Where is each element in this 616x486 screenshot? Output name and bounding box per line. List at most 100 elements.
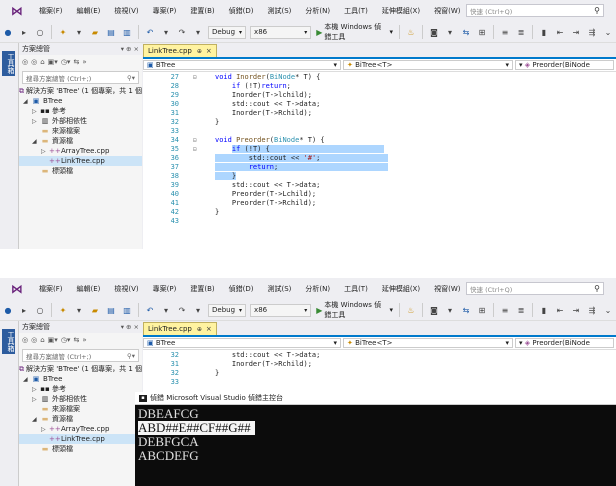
sync-icon[interactable]: ⇆ (73, 58, 79, 66)
save-all-icon[interactable]: ▥ (120, 24, 134, 40)
tree-item[interactable]: ++ LinkTree.cpp (19, 156, 142, 166)
menu-item[interactable]: 檔案(F) (32, 6, 70, 16)
back-icon[interactable]: ● (1, 24, 15, 40)
overflow-icon[interactable]: » (82, 336, 86, 344)
expander-icon[interactable]: ◢ (23, 376, 31, 383)
forward-icon[interactable]: ◎ (31, 336, 37, 344)
start-debugging-button[interactable]: ▶ 本機 Windows 偵錯工具 ▾ (316, 22, 393, 42)
redo-dropdown-icon[interactable]: ▾ (191, 24, 205, 40)
start-debugging-button[interactable]: ▶ 本機 Windows 偵錯工具 ▾ (316, 300, 393, 320)
menu-item[interactable]: 偵錯(D) (222, 6, 261, 16)
tree-item[interactable]: ▷ ++ ArrayTree.cpp (19, 424, 142, 434)
screenshot-icon[interactable]: ◙ (427, 24, 441, 40)
toolbox-tab[interactable]: 工具箱 (2, 329, 15, 354)
undo-icon[interactable]: ↶ (143, 302, 157, 318)
indent-icon[interactable]: ⊞ (475, 302, 489, 318)
expander-icon[interactable]: ▷ (32, 118, 40, 125)
member-select[interactable]: ▾ ◈ Preorder(BiNode (515, 338, 614, 348)
pending-changes-icon[interactable]: ◷▾ (61, 336, 71, 344)
menu-item[interactable]: 建置(B) (183, 6, 221, 16)
menu-item[interactable]: 測試(S) (260, 284, 298, 294)
forward-icon[interactable]: ◎ (31, 58, 37, 66)
solution-search-input[interactable]: 搜尋方案總管 (Ctrl+;) ⚲▾ (22, 71, 139, 84)
platform-select[interactable]: x86 ▾ (250, 303, 312, 317)
tree-item[interactable]: ◢ ▣ BTree (19, 374, 142, 384)
switch-views-icon[interactable]: ▣▾ (48, 336, 58, 344)
tree-item[interactable]: ▷ ▪▪ 參考 (19, 384, 142, 394)
tree-item[interactable]: ▷ ++ ArrayTree.cpp (19, 146, 142, 156)
redo-dropdown-icon[interactable]: ▾ (191, 302, 205, 318)
back-icon[interactable]: ● (1, 302, 15, 318)
next-bookmark-icon[interactable]: ⇥ (569, 302, 583, 318)
menu-item[interactable]: 檔案(F) (32, 284, 70, 294)
expander-icon[interactable]: ▷ (32, 396, 40, 403)
pin-icon[interactable]: ⊕ (197, 48, 202, 55)
tree-item[interactable]: ▷ ▪▪ 參考 (19, 106, 142, 116)
menu-item[interactable]: 視窗(W) (427, 6, 467, 16)
clear-bookmarks-icon[interactable]: ⇶ (585, 302, 599, 318)
prev-bookmark-icon[interactable]: ⇤ (553, 302, 567, 318)
sync-icon[interactable]: ⇆ (73, 336, 79, 344)
tree-item[interactable]: ▬ 標頭檔 (19, 166, 142, 176)
menu-item[interactable]: 檢視(V) (107, 284, 145, 294)
toolbar-overflow-icon[interactable]: ⌄ (601, 302, 615, 318)
panel-controls[interactable]: ▾ ⊕ × (121, 45, 139, 53)
new-project-icon[interactable]: ✦ (56, 302, 70, 318)
member-select[interactable]: ▾ ◈ Preorder(BiNode (515, 60, 614, 70)
home-icon[interactable]: ⌂ (40, 336, 44, 344)
tree-item[interactable]: ◢ ▣ BTree (19, 96, 142, 106)
menu-item[interactable]: 編輯(E) (70, 6, 108, 16)
forward-icon[interactable]: ▸ (17, 24, 31, 40)
menu-item[interactable]: 延伸模組(X) (375, 284, 427, 294)
save-icon[interactable]: ▤ (104, 302, 118, 318)
save-all-icon[interactable]: ▥ (120, 302, 134, 318)
pin-icon[interactable]: ⊕ (197, 326, 202, 333)
menu-item[interactable]: 編輯(E) (70, 284, 108, 294)
undo-icon[interactable]: ↶ (143, 24, 157, 40)
close-icon[interactable]: × (206, 47, 212, 55)
menu-item[interactable]: 延伸模組(X) (375, 6, 427, 16)
expander-icon[interactable]: ◢ (32, 416, 40, 423)
solution-search-input[interactable]: 搜尋方案總管 (Ctrl+;) ⚲▾ (22, 349, 139, 362)
fold-icon[interactable]: ⊟ (193, 136, 197, 145)
expander-icon[interactable]: ▷ (41, 148, 49, 155)
pending-changes-icon[interactable]: ◷▾ (61, 58, 71, 66)
expander-icon[interactable]: ◢ (23, 98, 31, 105)
forward-dropdown-icon[interactable]: ○ (33, 302, 47, 318)
home-icon[interactable]: ⌂ (40, 58, 44, 66)
tab-linktree-cpp[interactable]: LinkTree.cpp ⊕ × (143, 44, 217, 57)
open-file-icon[interactable]: ▰ (88, 24, 102, 40)
comment-icon[interactable]: ≡ (498, 24, 512, 40)
tree-item[interactable]: ▬ 標頭檔 (19, 444, 142, 454)
menu-item[interactable]: 建置(B) (183, 284, 221, 294)
undo-dropdown-icon[interactable]: ▾ (159, 302, 173, 318)
expander-icon[interactable]: ▷ (32, 108, 40, 115)
search-icon[interactable]: ⚲ (594, 6, 600, 15)
search-icon[interactable]: ⚲ (594, 284, 600, 293)
menu-item[interactable]: 分析(N) (298, 284, 337, 294)
visual-studio-logo-icon[interactable]: ⋈ (8, 280, 26, 298)
tree-item[interactable]: ◢ ▬ 資源檔 (19, 136, 142, 146)
screenshot-dropdown-icon[interactable]: ▾ (443, 302, 457, 318)
tree-item[interactable]: ⧉ 解決方案 'BTree' (1 個專案，共 1 個) (19, 86, 142, 96)
forward-icon[interactable]: ▸ (17, 302, 31, 318)
toolbar-overflow-icon[interactable]: ⌄ (601, 24, 615, 40)
new-project-icon[interactable]: ✦ (56, 24, 70, 40)
solution-config-select[interactable]: Debug ▾ (208, 25, 247, 39)
save-icon[interactable]: ▤ (104, 24, 118, 40)
new-project-dropdown-icon[interactable]: ▾ (72, 24, 86, 40)
redo-icon[interactable]: ↷ (175, 24, 189, 40)
tree-item[interactable]: ⧉ 解決方案 'BTree' (1 個專案，共 1 個) (19, 364, 142, 374)
class-select[interactable]: ✦ BiTree<T> ▾ (343, 60, 513, 70)
forward-dropdown-icon[interactable]: ○ (33, 24, 47, 40)
expander-icon[interactable]: ▷ (41, 426, 49, 433)
overflow-icon[interactable]: » (82, 58, 86, 66)
menu-item[interactable]: 專案(P) (146, 284, 184, 294)
uncomment-icon[interactable]: ≣ (514, 24, 528, 40)
toolbox-tab[interactable]: 工具箱 (2, 51, 15, 76)
expander-icon[interactable]: ◢ (32, 138, 40, 145)
platform-select[interactable]: x86 ▾ (250, 25, 312, 39)
menu-item[interactable]: 檢視(V) (107, 6, 145, 16)
switch-views-icon[interactable]: ▣▾ (48, 58, 58, 66)
screenshot-icon[interactable]: ◙ (427, 302, 441, 318)
